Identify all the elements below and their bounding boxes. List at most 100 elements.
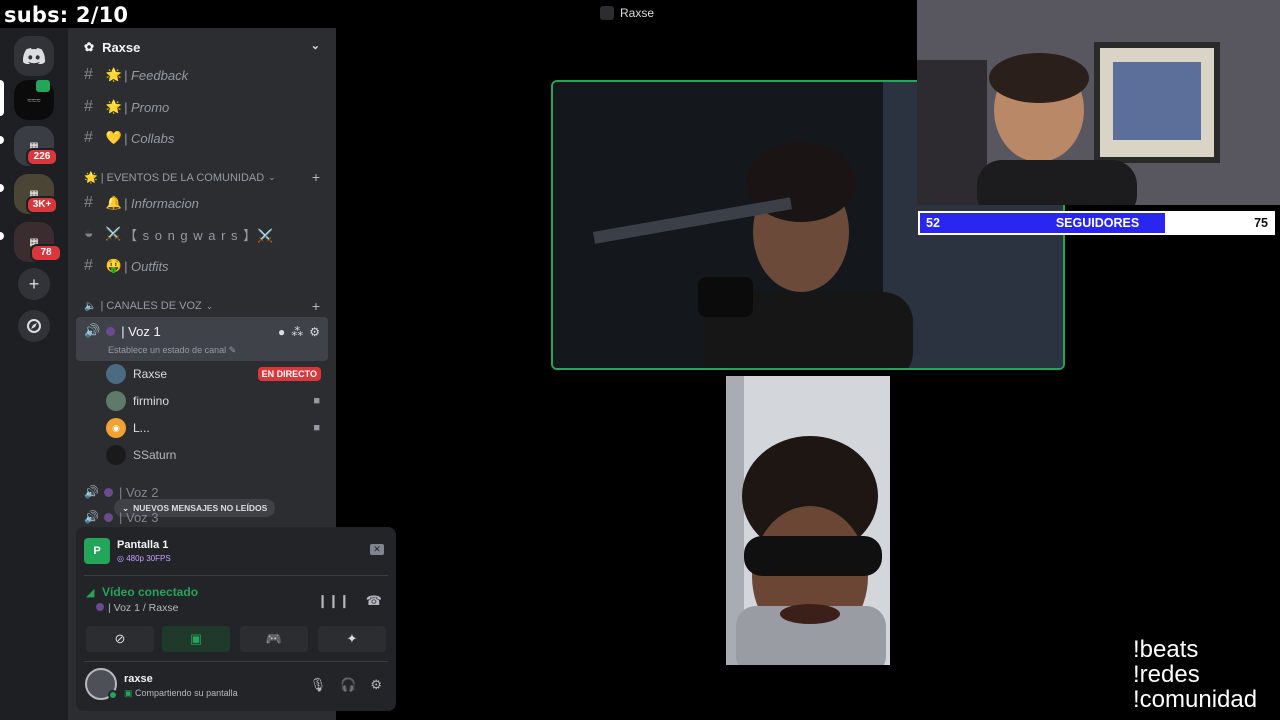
channel-songwars[interactable]: ◒ ⚔️ 【 s o n g w a r s 】⚔️	[76, 220, 328, 248]
user-panel: P Pantalla 1 ◎ 480p 30FPS ✕ ◢ Vídeo cone…	[76, 527, 396, 711]
unread-dot	[0, 232, 4, 240]
chat-icon[interactable]: ●	[278, 325, 285, 339]
chevron-down-icon: ⌄	[310, 40, 320, 52]
member-name: L...	[133, 421, 150, 435]
channel-status-text: Establece un estado de canal	[108, 345, 227, 355]
channel-feedback[interactable]: # 🌟 | Feedback	[76, 61, 328, 89]
subs-counter: subs: 2/10	[4, 3, 129, 27]
channel-emoji: 🌟	[105, 99, 123, 114]
voice-channel-label: | Voz 2	[119, 484, 159, 500]
member-name: firmino	[133, 394, 170, 408]
followers-label: SEGUIDORES	[1055, 216, 1140, 230]
camera-icon: ■	[313, 395, 320, 407]
speaker-icon: 🔊	[84, 510, 99, 524]
headphones-icon[interactable]: 🎧	[340, 677, 356, 693]
channel-label: | Collabs	[124, 130, 175, 146]
member-name: Raxse	[133, 367, 168, 381]
voice-channel-voz1[interactable]: 🔊 | Voz 1 Establece un estado de canal ✎…	[76, 317, 328, 361]
disconnect-icon[interactable]: ☎	[366, 593, 382, 609]
channel-collabs[interactable]: # 💛 | Collabs	[76, 124, 328, 152]
voice-channel-label: | Voz 3	[119, 510, 159, 524]
live-badge: EN DIRECTO	[257, 367, 321, 381]
gear-icon[interactable]: ⚙	[309, 325, 320, 339]
gear-icon[interactable]: ⚙	[370, 677, 382, 693]
add-channel-icon[interactable]: +	[312, 169, 320, 185]
user-controls: 🎙 🎧 ⚙	[310, 677, 382, 693]
channel-emoji: 🤑	[105, 258, 123, 273]
channel-status[interactable]: Establece un estado de canal ✎	[108, 345, 236, 356]
pencil-icon: ✎	[228, 345, 237, 355]
speaker-icon: 🔈	[84, 300, 97, 312]
video-tile-camera[interactable]	[726, 376, 890, 665]
server-rail: ≈≈≈ ▦ 226 ▦ 3K+ ▦ 78 +	[0, 28, 68, 720]
voice-member[interactable]: firmino ■	[106, 388, 328, 414]
soundboard-button[interactable]: ✦	[318, 626, 386, 652]
divider	[84, 661, 388, 662]
mention-badge: 226	[26, 148, 58, 166]
voice-channel-label: | Voz 1	[121, 323, 161, 339]
invite-icon[interactable]: ⁂	[291, 325, 303, 339]
app-icon	[600, 6, 614, 20]
unread-dot	[0, 184, 4, 192]
category-label: | CANALES DE VOZ	[100, 300, 202, 312]
stop-stream-icon[interactable]: ✕	[370, 544, 384, 555]
voice-location[interactable]: | Voz 1 / Raxse	[96, 602, 178, 614]
discover-icon[interactable]	[18, 310, 50, 342]
voice-controls: ❙❙❙ ☎	[317, 593, 382, 609]
channel-promo[interactable]: # 🌟 | Promo	[76, 93, 328, 121]
followers-goal: 75	[1254, 216, 1268, 230]
noise-suppression-icon[interactable]: ❙❙❙	[317, 593, 350, 609]
screen-share-icon: P	[84, 538, 110, 564]
command-comunidad: !comunidad	[1133, 686, 1258, 713]
command-beats: !beats	[1133, 636, 1199, 663]
channel-emoji: 🔔	[105, 195, 123, 210]
mention-badge: 3K+	[26, 196, 58, 214]
channel-outfits[interactable]: # 🤑 | Outfits	[76, 252, 328, 280]
share-screen-button[interactable]: ▣	[162, 626, 230, 652]
camera-off-button[interactable]: ⊘	[86, 626, 154, 652]
channel-emoji: ⚔️	[105, 226, 123, 241]
user-activity: ▣ Compartiendo su pantalla	[124, 688, 238, 699]
chevron-down-icon: ⌄	[205, 300, 214, 311]
selected-server-pill	[0, 80, 4, 116]
activity-button[interactable]: 🎮	[240, 626, 308, 652]
user-activity-text: Compartiendo su pantalla	[135, 688, 238, 698]
avatar	[106, 391, 126, 411]
channel-emoji: 💛	[105, 130, 123, 145]
voice-member[interactable]: ◉ L... ■	[106, 415, 328, 441]
channel-label: | Informacion	[124, 195, 199, 211]
user-name: raxse	[124, 673, 153, 685]
voice-channel-title: 🔊 | Voz 1	[84, 323, 161, 339]
hash-icon: #	[84, 66, 93, 83]
category-eventos[interactable]: 🌟 | EVENTOS DE LA COMUNIDAD ⌄ +	[76, 167, 328, 187]
category-label: 🌟 | EVENTOS DE LA COMUNIDAD	[84, 171, 265, 184]
channel-informacion[interactable]: # 🔔 | Informacion	[76, 189, 328, 217]
channel-emoji-icon	[104, 487, 113, 497]
add-server-icon[interactable]: +	[18, 268, 50, 300]
voice-connected-status[interactable]: Vídeo conectado	[102, 585, 198, 599]
chevron-down-icon: ⌄	[268, 171, 276, 182]
hash-icon: #	[84, 257, 93, 274]
add-channel-icon[interactable]: +	[312, 298, 320, 314]
forum-icon: ◒	[84, 225, 95, 242]
discord-home-icon[interactable]	[14, 36, 54, 76]
server-name: Raxse	[102, 39, 141, 55]
category-voice[interactable]: 🔈 | CANALES DE VOZ ⌄ +	[76, 296, 328, 316]
voice-member[interactable]: Raxse EN DIRECTO	[106, 361, 328, 387]
channel-label: | Feedback	[124, 67, 189, 83]
channel-emoji-icon	[96, 603, 104, 611]
hash-icon: #	[84, 129, 93, 146]
stream-canvas: ≈≈≈ ▦ 226 ▦ 3K+ ▦ 78 + ✿ Raxse ⌄ # 🌟 | F…	[0, 0, 1280, 720]
screen-icon: ▣	[124, 688, 133, 698]
followers-goal-bar: 52 SEGUIDORES 75	[918, 211, 1275, 235]
speaker-icon: 🔊	[84, 323, 101, 338]
voice-indicator-icon	[36, 80, 50, 92]
microphone-icon[interactable]: 🎙	[310, 677, 327, 693]
streamer-webcam	[917, 0, 1280, 205]
voice-channel-voz3[interactable]: 🔊 | Voz 3	[76, 510, 328, 524]
channel-emoji-icon	[106, 326, 116, 336]
voice-location-text: | Voz 1 / Raxse	[108, 602, 179, 614]
webcam-frame	[917, 0, 1280, 205]
voice-member[interactable]: SSaturn	[106, 442, 328, 468]
unread-dot	[0, 136, 4, 144]
